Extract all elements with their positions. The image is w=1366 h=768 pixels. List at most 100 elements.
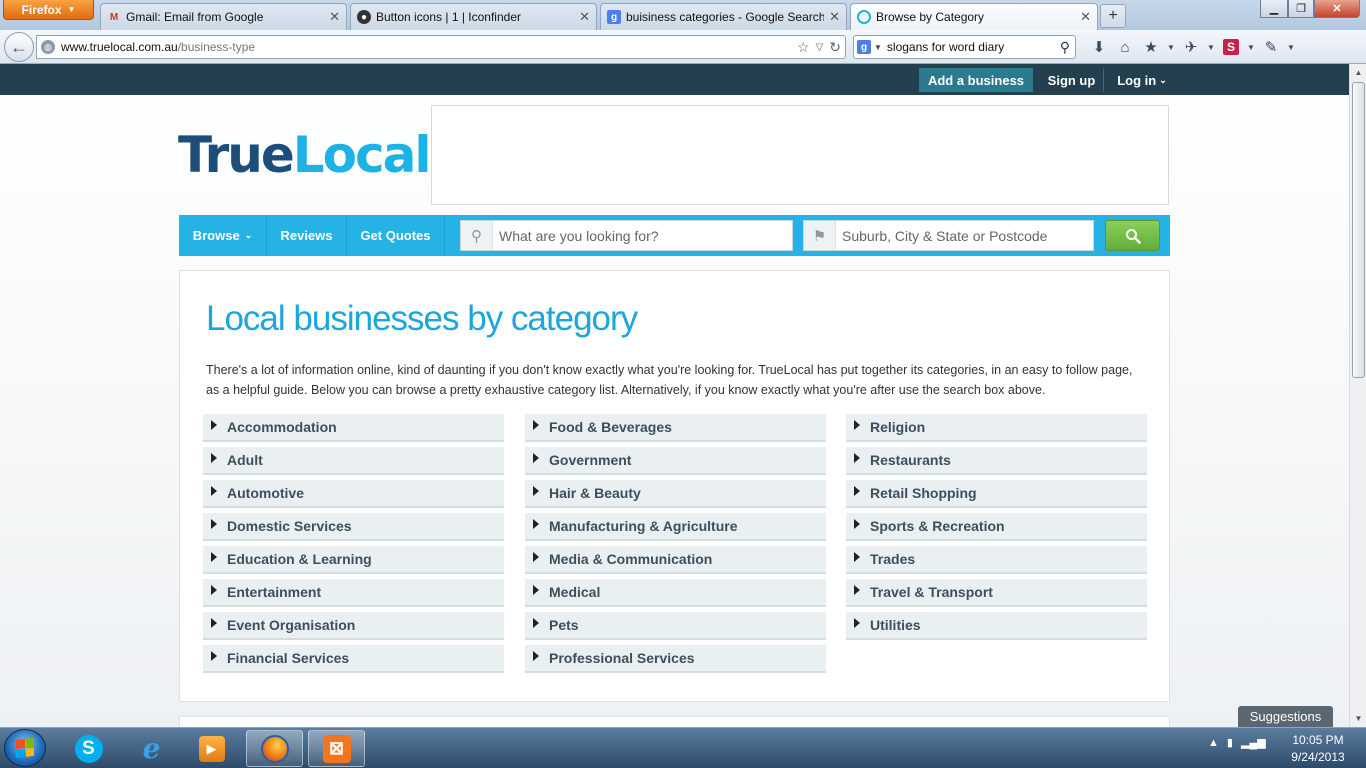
category-item[interactable]: Travel & Transport xyxy=(846,579,1147,607)
log-in-menu[interactable]: Log in ⌄ xyxy=(1110,68,1174,92)
tab-gmail[interactable]: M Gmail: Email from Google ✕ xyxy=(100,3,347,30)
chevron-down-icon: ⌄ xyxy=(1159,74,1167,85)
addon-icon[interactable]: ✈ xyxy=(1178,36,1204,58)
taskbar-skype[interactable]: S xyxy=(60,730,117,767)
category-item[interactable]: Trades xyxy=(846,546,1147,574)
caret-right-icon xyxy=(854,585,860,595)
search-submit-button[interactable] xyxy=(1105,220,1160,251)
category-item[interactable]: Professional Services xyxy=(525,645,826,673)
show-hidden-icons-icon[interactable]: ▲ xyxy=(1208,737,1219,749)
add-business-button[interactable]: Add a business xyxy=(919,68,1033,92)
category-item[interactable]: Restaurants xyxy=(846,447,1147,475)
internet-explorer-icon: e xyxy=(142,732,161,765)
tools-icon[interactable]: ✎ xyxy=(1258,36,1284,58)
start-button[interactable] xyxy=(4,729,46,767)
category-item[interactable]: Event Organisation xyxy=(203,612,504,640)
category-item[interactable]: Accommodation xyxy=(203,414,504,442)
category-item[interactable]: Utilities xyxy=(846,612,1147,640)
close-icon[interactable]: ✕ xyxy=(579,9,590,25)
category-item[interactable]: Medical xyxy=(525,579,826,607)
bookmarks-icon[interactable]: ★ xyxy=(1138,36,1164,58)
category-item[interactable]: Education & Learning xyxy=(203,546,504,574)
suggestions-tab[interactable]: Suggestions xyxy=(1238,706,1333,727)
address-bar[interactable]: ◍ www.truelocal.com.au/business-type ☆ ▽… xyxy=(36,35,846,59)
what-search-input[interactable]: ⚲ What are you looking for? xyxy=(460,220,793,251)
addon-s-icon[interactable]: S xyxy=(1218,36,1244,58)
search-query[interactable]: slogans for word diary xyxy=(887,40,1060,54)
scroll-up-icon[interactable]: ▲ xyxy=(1350,64,1366,81)
chevron-down-icon[interactable]: ▼ xyxy=(1204,36,1218,58)
xampp-icon: ⊠ xyxy=(322,734,351,763)
page-title: Local businesses by category xyxy=(206,299,638,338)
close-icon[interactable]: ✕ xyxy=(829,9,840,25)
category-item[interactable]: Government xyxy=(525,447,826,475)
battery-icon[interactable]: ▮ xyxy=(1227,736,1233,749)
maximize-button[interactable]: ❐ xyxy=(1288,0,1314,18)
category-label: Sports & Recreation xyxy=(870,518,1005,534)
category-label: Utilities xyxy=(870,617,921,633)
download-icon[interactable]: ⬇ xyxy=(1086,36,1112,58)
taskbar-firefox[interactable] xyxy=(246,730,303,767)
google-engine-icon[interactable]: g xyxy=(857,40,871,54)
search-icon[interactable]: ⚲ xyxy=(1060,39,1070,56)
firefox-icon xyxy=(260,734,289,763)
clock-time: 10:05 PM xyxy=(1292,733,1344,747)
location-search-input[interactable]: ⚑ Suburb, City & State or Postcode xyxy=(803,220,1094,251)
taskbar-internet-explorer[interactable]: e xyxy=(123,730,180,767)
category-item[interactable]: Entertainment xyxy=(203,579,504,607)
truelocal-logo[interactable]: TrueLocal xyxy=(178,126,432,184)
close-window-button[interactable]: ✕ xyxy=(1314,0,1360,18)
category-item[interactable]: Retail Shopping xyxy=(846,480,1147,508)
tab-browse-by-category[interactable]: Browse by Category ✕ xyxy=(850,3,1098,30)
nav-reviews-label: Reviews xyxy=(280,228,333,243)
category-item[interactable]: Financial Services xyxy=(203,645,504,673)
category-label: Media & Communication xyxy=(549,551,713,567)
back-button[interactable]: ← xyxy=(4,32,34,62)
category-item[interactable]: Hair & Beauty xyxy=(525,480,826,508)
category-label: Financial Services xyxy=(227,650,350,666)
chevron-down-icon[interactable]: ▼ xyxy=(1164,36,1178,58)
firefox-menu-button[interactable]: Firefox ▼ xyxy=(3,0,94,20)
category-item[interactable]: Automotive xyxy=(203,480,504,508)
category-item[interactable]: Media & Communication xyxy=(525,546,826,574)
intro-text: There's a lot of information online, kin… xyxy=(206,363,1133,397)
tab-iconfinder[interactable]: ● Button icons | 1 | Iconfinder ✕ xyxy=(350,3,597,30)
category-item[interactable]: Sports & Recreation xyxy=(846,513,1147,541)
reload-icon[interactable]: ↻ xyxy=(829,39,841,57)
category-card: Local businesses by category There's a l… xyxy=(179,270,1170,702)
logo-part-local: Local xyxy=(292,126,432,184)
category-item[interactable]: Domestic Services xyxy=(203,513,504,541)
category-item[interactable]: Adult xyxy=(203,447,504,475)
sign-up-link[interactable]: Sign up xyxy=(1040,68,1104,92)
network-signal-icon[interactable]: ▂▄▆ xyxy=(1241,736,1266,749)
web-search-box[interactable]: g ▼ slogans for word diary ⚲ xyxy=(853,35,1076,59)
taskbar-xampp[interactable]: ⊠ xyxy=(308,730,365,767)
nav-get-quotes[interactable]: Get Quotes xyxy=(347,215,445,256)
scroll-down-icon[interactable]: ▼ xyxy=(1350,710,1366,727)
home-icon[interactable]: ⌂ xyxy=(1112,36,1138,58)
category-item[interactable]: Religion xyxy=(846,414,1147,442)
new-tab-button[interactable]: + xyxy=(1100,4,1126,28)
category-item[interactable]: Food & Beverages xyxy=(525,414,826,442)
close-icon[interactable]: ✕ xyxy=(1080,9,1091,25)
nav-reviews[interactable]: Reviews xyxy=(267,215,347,256)
category-item[interactable]: Pets xyxy=(525,612,826,640)
category-label: Event Organisation xyxy=(227,617,356,633)
category-label: Government xyxy=(549,452,632,468)
page-scrollbar[interactable]: ▲ ▼ xyxy=(1349,64,1366,727)
system-clock[interactable]: 10:05 PM 9/24/2013 xyxy=(1278,732,1358,766)
minimize-button[interactable]: ▁ xyxy=(1260,0,1288,18)
chevron-down-icon[interactable]: ▼ xyxy=(1244,36,1258,58)
scrollbar-thumb[interactable] xyxy=(1352,82,1365,378)
category-column-1: Accommodation Adult Automotive Domestic … xyxy=(203,414,504,678)
tab-google-search[interactable]: g buisiness categories - Google Search ✕ xyxy=(600,3,847,30)
nav-browse[interactable]: Browse ⌄ xyxy=(179,215,267,256)
category-item[interactable]: Manufacturing & Agriculture xyxy=(525,513,826,541)
chevron-down-icon[interactable]: ▼ xyxy=(874,43,882,52)
gmail-icon: M xyxy=(109,11,119,23)
bookmark-star-icon[interactable]: ☆ xyxy=(797,39,810,57)
chevron-down-icon[interactable]: ▽ xyxy=(816,39,824,57)
close-icon[interactable]: ✕ xyxy=(329,9,340,25)
chevron-down-icon[interactable]: ▼ xyxy=(1284,36,1298,58)
taskbar-media-player[interactable]: ▶ xyxy=(183,730,240,767)
